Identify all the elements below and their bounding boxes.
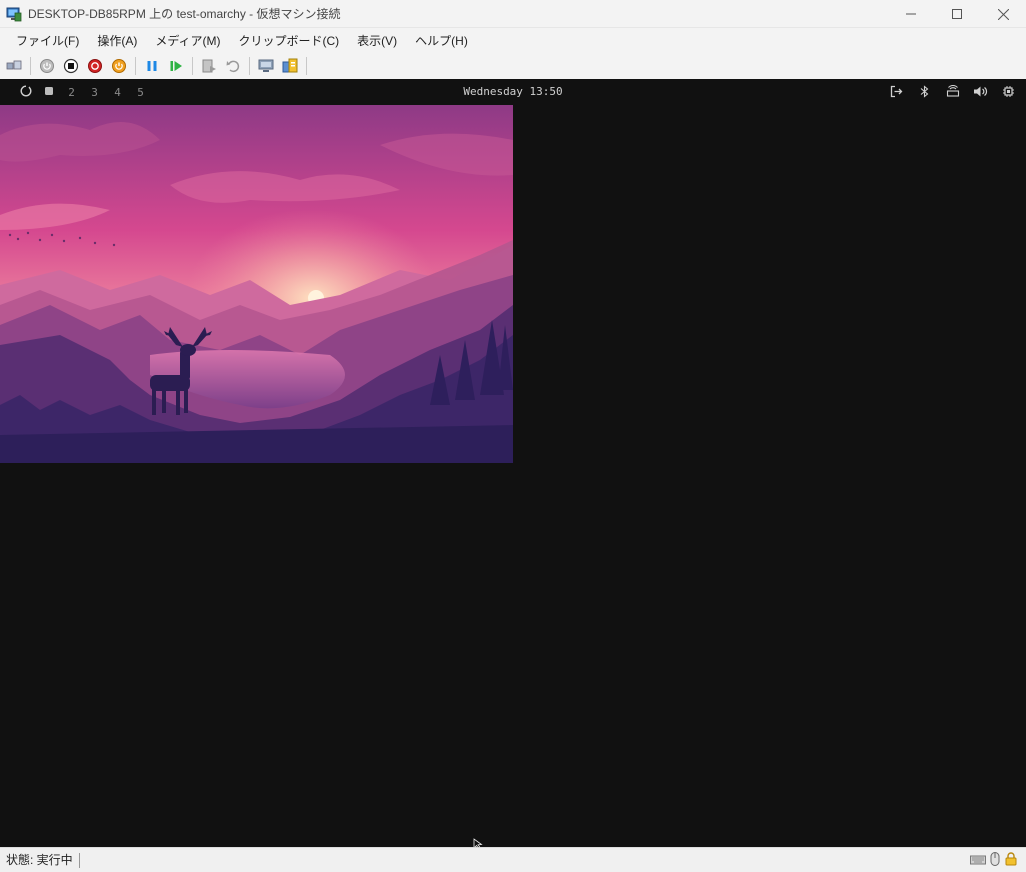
- status-bar: 状態: 実行中: [0, 847, 1026, 872]
- clock[interactable]: Wednesday 13:50: [0, 85, 1026, 98]
- keyboard-icon: [970, 853, 986, 871]
- menu-view[interactable]: 表示(V): [348, 32, 406, 49]
- wallpaper-image: [0, 105, 513, 463]
- toolbar: [0, 52, 1026, 79]
- waybar: 2 3 4 5 Wednesday 13:50: [0, 79, 1026, 105]
- enhanced-session-icon[interactable]: [256, 56, 276, 76]
- resume-icon[interactable]: [166, 56, 186, 76]
- start-icon[interactable]: [37, 56, 57, 76]
- vmconnect-app-icon[interactable]: [6, 6, 22, 22]
- vm-display[interactable]: 2 3 4 5 Wednesday 13:50: [0, 79, 1026, 847]
- menu-file[interactable]: ファイル(F): [7, 32, 88, 49]
- pause-icon[interactable]: [142, 56, 162, 76]
- shut-down-icon[interactable]: [85, 56, 105, 76]
- title-bar: DESKTOP-DB85RPM 上の test-omarchy - 仮想マシン接…: [0, 0, 1026, 28]
- toolbar-separator: [192, 56, 193, 75]
- turn-off-icon[interactable]: [61, 56, 81, 76]
- save-icon[interactable]: [109, 56, 129, 76]
- menu-bar: ファイル(F) 操作(A) メディア(M) クリップボード(C) 表示(V) ヘ…: [0, 28, 1026, 52]
- toolbar-separator: [306, 56, 307, 75]
- revert-icon[interactable]: [223, 56, 243, 76]
- bluetooth-icon[interactable]: [917, 84, 932, 99]
- mouse-cursor-icon: [473, 837, 483, 847]
- share-icon[interactable]: [280, 56, 300, 76]
- minimize-button[interactable]: [888, 0, 934, 28]
- ctrl-alt-del-icon[interactable]: [4, 56, 24, 76]
- logout-icon[interactable]: [889, 84, 904, 99]
- system-tray: [889, 84, 1016, 99]
- mouse-icon: [990, 852, 1000, 871]
- window-title: DESKTOP-DB85RPM 上の test-omarchy - 仮想マシン接…: [28, 7, 341, 21]
- maximize-button[interactable]: [934, 0, 980, 28]
- network-icon[interactable]: [945, 84, 960, 99]
- close-button[interactable]: [980, 0, 1026, 28]
- menu-help[interactable]: ヘルプ(H): [406, 32, 477, 49]
- checkpoint-icon[interactable]: [199, 56, 219, 76]
- toolbar-separator: [30, 56, 31, 75]
- menu-action[interactable]: 操作(A): [88, 32, 146, 49]
- volume-icon[interactable]: [973, 84, 988, 99]
- toolbar-separator: [249, 56, 250, 75]
- menu-media[interactable]: メディア(M): [146, 32, 229, 49]
- lock-icon: [1004, 852, 1018, 871]
- toolbar-separator: [135, 56, 136, 75]
- menu-clipboard[interactable]: クリップボード(C): [229, 32, 348, 49]
- cpu-icon[interactable]: [1001, 84, 1016, 99]
- status-text: 状態: 実行中: [6, 852, 80, 868]
